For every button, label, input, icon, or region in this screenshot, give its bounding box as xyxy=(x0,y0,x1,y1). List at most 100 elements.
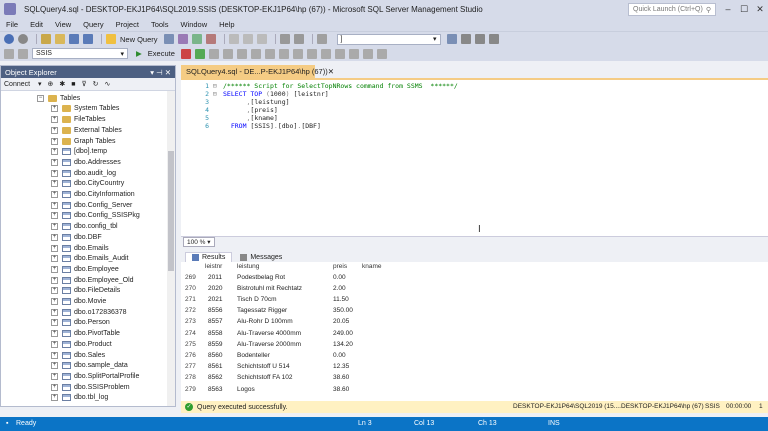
row-number[interactable]: 272 xyxy=(185,307,196,314)
cell-leistnr[interactable]: 8563 xyxy=(208,386,222,393)
menu-query[interactable]: Query xyxy=(83,20,103,29)
tree-table-item[interactable]: + dbo.FileDetails xyxy=(51,286,120,297)
tree-table-item[interactable]: + dbo.SSISProblem xyxy=(51,382,130,393)
close-icon[interactable]: ✕ xyxy=(752,0,768,18)
expand-icon[interactable]: + xyxy=(51,201,58,209)
expand-icon[interactable]: + xyxy=(51,244,58,252)
tree-table-item[interactable]: + dbo.Config_Server xyxy=(51,200,132,211)
disconnect-icon[interactable]: ✱ xyxy=(59,80,65,88)
row-number[interactable]: 274 xyxy=(185,330,196,337)
stop-icon[interactable]: ■ xyxy=(71,81,75,88)
tree-folder-item[interactable]: + System Tables xyxy=(51,104,119,115)
change-connection-icon[interactable] xyxy=(18,48,28,59)
tools-icon[interactable] xyxy=(488,34,499,44)
play-icon[interactable]: ▶ xyxy=(136,49,142,58)
expand-icon[interactable]: + xyxy=(51,191,58,199)
cell-leistnr[interactable]: 8559 xyxy=(208,341,222,348)
cell-preis[interactable]: 0.00 xyxy=(333,274,346,281)
decrease-indent-icon[interactable] xyxy=(362,48,373,59)
new-query-button[interactable]: New Query xyxy=(120,35,158,44)
cell-preis[interactable]: 38.60 xyxy=(333,374,349,381)
cell-preis[interactable]: 2.00 xyxy=(333,285,346,292)
results-to-text-icon[interactable] xyxy=(292,48,303,59)
menu-help[interactable]: Help xyxy=(219,20,234,29)
code-line[interactable]: 4 , [preis] xyxy=(181,106,278,114)
column-header-leistnr[interactable]: leistnr xyxy=(205,263,222,270)
row-number[interactable]: 279 xyxy=(185,386,196,393)
results-grid[interactable]: leistnr leistung preis kname 269 2011 Pode… xyxy=(181,262,768,401)
intellisense-icon[interactable] xyxy=(236,48,247,59)
results-to-file-icon[interactable] xyxy=(320,48,331,59)
cell-leistung[interactable]: Schichtstoff U 514 xyxy=(237,363,290,370)
tree-table-item[interactable]: + dbo.Emails xyxy=(51,243,109,254)
tree-table-item[interactable]: + dbo.sample_data xyxy=(51,361,128,372)
table-row[interactable]: 270 2020 Bistrotuhl mit Rechtatz 2.00 xyxy=(181,284,768,295)
new-project-icon[interactable] xyxy=(41,34,51,44)
cell-leistnr[interactable]: 2011 xyxy=(208,274,222,281)
cell-preis[interactable]: 350.00 xyxy=(333,307,353,314)
menu-file[interactable]: File xyxy=(6,20,18,29)
properties-icon[interactable] xyxy=(460,34,471,44)
table-row[interactable]: 272 8556 Tagessatz Rigger 350.00 xyxy=(181,306,768,317)
tree-table-item[interactable]: + dbo.PivotTable xyxy=(51,328,120,339)
cell-leistnr[interactable]: 8561 xyxy=(208,363,222,370)
mdx-query-icon[interactable] xyxy=(191,34,202,44)
tree-table-item[interactable]: + dbo.tbl_log xyxy=(51,393,108,404)
back-icon[interactable] xyxy=(4,34,14,44)
column-header-leistung[interactable]: leistung xyxy=(237,263,259,270)
tree-table-item[interactable]: + dbo.CityCountry xyxy=(51,179,124,190)
tree-folder-item[interactable]: + FileTables xyxy=(51,114,106,125)
tree-table-item[interactable]: + dbo.Product xyxy=(51,339,112,350)
expand-icon[interactable]: + xyxy=(51,372,58,380)
expand-icon[interactable]: + xyxy=(51,116,58,124)
tree-folder-item[interactable]: + External Tables xyxy=(51,125,122,136)
activity-monitor-icon[interactable]: ∿ xyxy=(105,80,111,88)
table-row[interactable]: 278 8562 Schichtstoff FA 102 38.60 xyxy=(181,373,768,384)
row-number[interactable]: 275 xyxy=(185,341,196,348)
toolbox-icon[interactable] xyxy=(474,34,485,44)
tree-table-item[interactable]: + dbo.Person xyxy=(51,318,110,329)
tree-table-item[interactable]: + [dbo].temp xyxy=(51,147,107,158)
column-header-kname[interactable]: kname xyxy=(362,263,382,270)
cell-leistnr[interactable]: 8556 xyxy=(208,307,222,314)
cell-leistung[interactable]: Bodenteller xyxy=(237,352,270,359)
uncomment-icon[interactable] xyxy=(348,48,359,59)
expand-icon[interactable]: + xyxy=(51,362,58,370)
tab-messages[interactable]: Messages xyxy=(234,253,288,262)
connect-object-icon[interactable]: ⊕ xyxy=(48,80,54,88)
live-stats-icon[interactable] xyxy=(264,48,275,59)
tree-table-item[interactable]: + dbo.Config_SSISPkg xyxy=(51,211,140,222)
cell-leistung[interactable]: Tisch D 70cm xyxy=(237,296,277,303)
menu-view[interactable]: View xyxy=(55,20,71,29)
tree-table-item[interactable]: + dbo.Sales xyxy=(51,350,105,361)
undo-icon[interactable] xyxy=(279,34,290,44)
menu-edit[interactable]: Edit xyxy=(30,20,43,29)
expand-icon[interactable]: + xyxy=(51,319,58,327)
cell-leistung[interactable]: Alu-Rohr D 100mm xyxy=(237,318,293,325)
column-header-preis[interactable]: preis xyxy=(333,263,347,270)
tree-table-item[interactable]: + dbo.Addresses xyxy=(51,157,121,168)
fold-icon[interactable] xyxy=(213,122,223,130)
fold-icon[interactable] xyxy=(213,106,223,114)
expand-icon[interactable]: + xyxy=(51,223,58,231)
expand-icon[interactable]: + xyxy=(51,340,58,348)
tree-folder-item[interactable]: − Tables xyxy=(37,93,80,104)
close-icon[interactable]: ✕ xyxy=(165,68,171,77)
connect-icon[interactable] xyxy=(4,48,14,59)
tree-table-item[interactable]: + dbo.Emails_Audit xyxy=(51,254,128,265)
tree-table-item[interactable]: + dbo.SplitPortalProfile xyxy=(51,371,139,382)
fold-icon[interactable] xyxy=(213,98,223,106)
table-row[interactable]: 275 8559 Alu-Traverse 2000mm 134.20 xyxy=(181,340,768,351)
cell-preis[interactable]: 0.00 xyxy=(333,352,346,359)
expand-icon[interactable]: + xyxy=(51,169,58,177)
cell-preis[interactable]: 38.60 xyxy=(333,386,349,393)
expand-icon[interactable]: + xyxy=(51,180,58,188)
table-row[interactable]: 273 8557 Alu-Rohr D 100mm 20.05 xyxy=(181,317,768,328)
expand-icon[interactable]: + xyxy=(51,126,58,134)
cell-leistnr[interactable]: 8558 xyxy=(208,330,222,337)
cut-icon[interactable] xyxy=(228,34,239,44)
object-explorer-scrollbar[interactable] xyxy=(167,91,175,406)
query-options-icon[interactable] xyxy=(222,48,233,59)
increase-indent-icon[interactable] xyxy=(376,48,387,59)
tree-table-item[interactable]: + dbo.Movie xyxy=(51,296,106,307)
